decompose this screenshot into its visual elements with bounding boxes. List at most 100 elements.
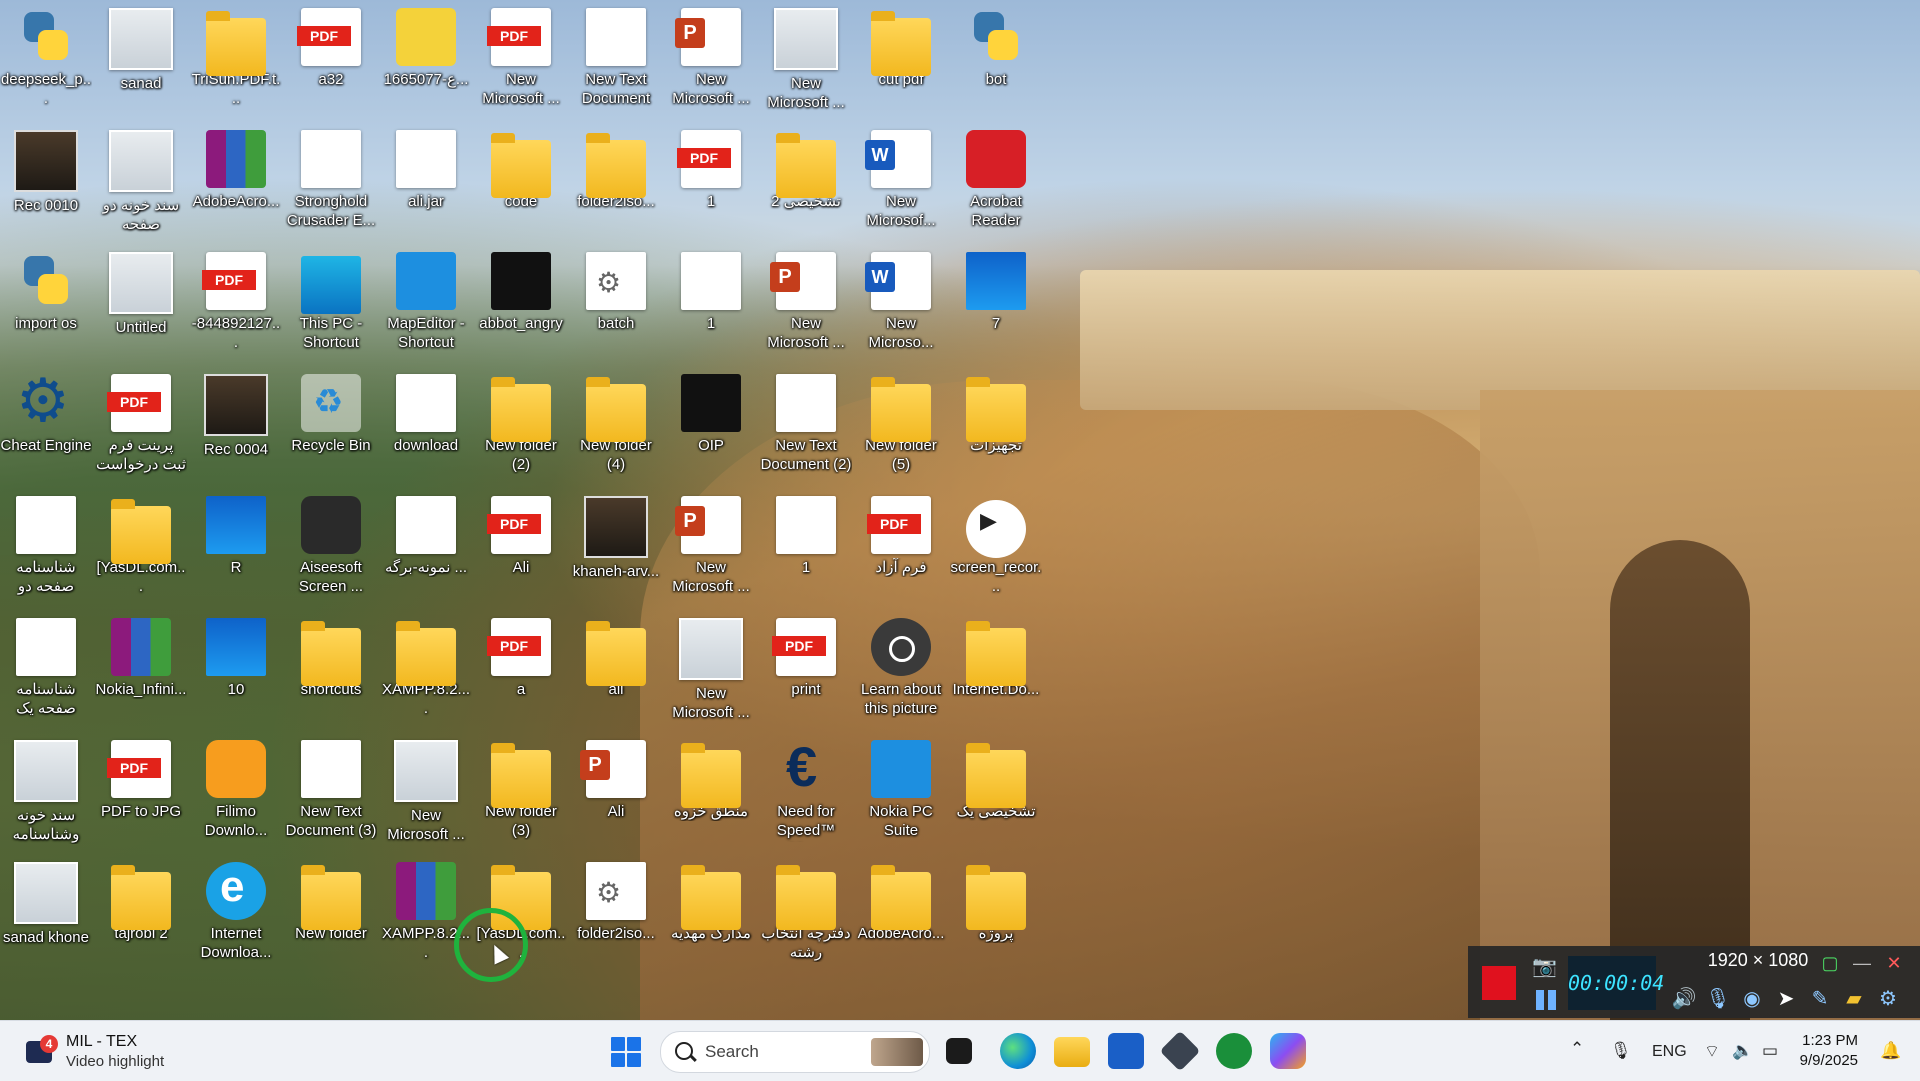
- wifi-icon[interactable]: ⌔: [1704, 1041, 1720, 1062]
- desktop-icon[interactable]: TriSun.PDF.t...: [190, 2, 282, 108]
- desktop-icon[interactable]: This PC - Shortcut: [285, 246, 377, 352]
- desktop-icon[interactable]: مدارک مهدیه: [665, 856, 757, 943]
- desktop-icon[interactable]: فرم آزاد: [855, 490, 947, 577]
- desktop-icon[interactable]: دفترچه انتخاب رشته: [760, 856, 852, 962]
- desktop-icon[interactable]: a32: [285, 2, 377, 89]
- recorder-close-icon[interactable]: ✕: [1882, 952, 1906, 974]
- desktop-icon[interactable]: tajrobi 2: [95, 856, 187, 943]
- desktop-icon[interactable]: OIP: [665, 368, 757, 455]
- desktop-icon[interactable]: Internet Downloa...: [190, 856, 282, 962]
- desktop-icon[interactable]: abbot_angry: [475, 246, 567, 333]
- desktop-icon[interactable]: تشخیصی 2: [760, 124, 852, 211]
- desktop-icon[interactable]: پروژه: [950, 856, 1042, 943]
- microsoft-store-icon[interactable]: [1108, 1033, 1144, 1069]
- desktop-icon[interactable]: screen_recor...: [950, 490, 1042, 596]
- desktop-icon[interactable]: New Microsoft ...: [380, 734, 472, 844]
- desktop-icon[interactable]: تشخیصی یک: [950, 734, 1042, 821]
- desktop-icon[interactable]: Need for Speed™ Mo...: [760, 734, 852, 842]
- desktop-icon[interactable]: Aiseesoft Screen ...: [285, 490, 377, 596]
- desktop-icon[interactable]: MapEditor - Shortcut: [380, 246, 472, 352]
- app-cube-icon[interactable]: [1159, 1030, 1201, 1072]
- desktop-icon[interactable]: PDF to JPG: [95, 734, 187, 821]
- desktop-icon[interactable]: 1: [665, 124, 757, 211]
- recorder-settings-icon[interactable]: ⚙: [1874, 985, 1902, 1013]
- microphone-tray-icon[interactable]: 🎙: [1610, 1041, 1632, 1061]
- desktop-icon[interactable]: New Microsoft ...: [760, 2, 852, 112]
- recorder-minimize-icon[interactable]: —: [1850, 952, 1874, 974]
- stop-record-button[interactable]: [1482, 966, 1516, 1000]
- pen-annotate-icon[interactable]: ✎: [1806, 985, 1834, 1013]
- desktop-icon[interactable]: سند خونه وشناسنامه: [0, 734, 92, 844]
- desktop-icon[interactable]: New Text Document: [570, 2, 662, 108]
- desktop-icon[interactable]: folder2iso...: [570, 124, 662, 211]
- desktop-icon[interactable]: import os: [0, 246, 92, 333]
- edge-browser-icon[interactable]: [1000, 1033, 1036, 1069]
- desktop-icon[interactable]: 1: [760, 490, 852, 577]
- desktop-icon[interactable]: cut pdf: [855, 2, 947, 89]
- task-view-icon[interactable]: [946, 1038, 972, 1064]
- desktop-icon[interactable]: New Microso...: [855, 246, 947, 352]
- speaker-audio-icon[interactable]: 🔊: [1670, 985, 1698, 1013]
- desktop-icon[interactable]: New Microsoft ...: [475, 2, 567, 108]
- notification-bell-icon[interactable]: 🔔: [1880, 1041, 1901, 1061]
- desktop-icon[interactable]: منطق خزوه: [665, 734, 757, 821]
- desktop-icon[interactable]: New Microsof...: [855, 124, 947, 230]
- desktop-icon[interactable]: 1: [665, 246, 757, 333]
- desktop-icon[interactable]: Cheat Engine: [0, 366, 92, 455]
- desktop-icon[interactable]: batch: [570, 246, 662, 333]
- desktop-icon[interactable]: Stronghold Crusader E...: [285, 124, 377, 230]
- desktop-icon[interactable]: تجهیزات: [950, 368, 1042, 455]
- desktop-icon[interactable]: code: [475, 124, 567, 211]
- xbox-icon[interactable]: [1216, 1033, 1252, 1069]
- desktop-icon[interactable]: Nokia_Infini...: [95, 612, 187, 699]
- desktop-icon[interactable]: نمونه-برگه ...: [380, 490, 472, 577]
- desktop-icon[interactable]: 10: [190, 612, 282, 699]
- desktop-icon[interactable]: New Microsoft ...: [760, 246, 852, 352]
- desktop-icon[interactable]: deepseek_p...: [0, 2, 92, 108]
- cursor-toggle-icon[interactable]: ➤: [1772, 985, 1800, 1013]
- taskbar-search-box[interactable]: Search: [660, 1031, 930, 1073]
- desktop-icon[interactable]: New Microsoft ...: [665, 2, 757, 108]
- desktop-icon[interactable]: XAMPP.8.2....: [380, 612, 472, 718]
- desktop-icon[interactable]: R: [190, 490, 282, 577]
- desktop-icon[interactable]: ali.jar: [380, 124, 472, 211]
- desktop-icon[interactable]: AdobeAcro...: [855, 856, 947, 943]
- microphone-icon[interactable]: 🎙: [1704, 985, 1732, 1013]
- desktop-icon[interactable]: New Microsoft ...: [665, 490, 757, 596]
- desktop-icon[interactable]: Rec 0010: [0, 124, 92, 215]
- webcam-icon[interactable]: ◉: [1738, 985, 1766, 1013]
- desktop-icon[interactable]: New folder: [285, 856, 377, 943]
- desktop-icon[interactable]: bot: [950, 2, 1042, 89]
- language-indicator[interactable]: ENG: [1652, 1043, 1687, 1061]
- start-button[interactable]: [611, 1037, 641, 1067]
- desktop-icon[interactable]: New Microsoft ...: [665, 612, 757, 722]
- desktop-icon[interactable]: Ali: [475, 490, 567, 577]
- news-widget[interactable]: 4 MIL - TEX Video highlight: [22, 1029, 222, 1073]
- pause-record-button[interactable]: [1532, 988, 1560, 1012]
- desktop-icon[interactable]: Nokia PC Suite: [855, 734, 947, 840]
- desktop-icon[interactable]: شناسنامه صفحه یک: [0, 612, 92, 718]
- file-explorer-icon[interactable]: [1054, 1037, 1090, 1067]
- desktop-icon[interactable]: شناسنامه صفحه دو: [0, 490, 92, 596]
- desktop-icon[interactable]: download: [380, 368, 472, 455]
- desktop-icon[interactable]: Filimo Downlo...: [190, 734, 282, 840]
- desktop-icon[interactable]: New Text Document (3): [285, 734, 377, 840]
- desktop-icon[interactable]: New folder (2): [475, 368, 567, 474]
- desktop-icon[interactable]: folder2iso...: [570, 856, 662, 943]
- desktop-icon[interactable]: 7: [950, 246, 1042, 333]
- desktop-icon[interactable]: Internet.Do...: [950, 612, 1042, 699]
- desktop-icon[interactable]: 1665077-ع...: [380, 2, 472, 89]
- volume-icon[interactable]: 🔈: [1732, 1041, 1753, 1061]
- desktop-icon[interactable]: khaneh-arv...: [570, 490, 662, 581]
- desktop-icon[interactable]: Rec 0004: [190, 368, 282, 459]
- desktop-icon[interactable]: New folder (4): [570, 368, 662, 474]
- desktop-icon[interactable]: Recycle Bin: [285, 368, 377, 455]
- recorder-region-icon[interactable]: ▢: [1818, 952, 1842, 974]
- desktop-icon[interactable]: New folder (3): [475, 734, 567, 840]
- desktop-icon[interactable]: Learn about this picture: [855, 612, 947, 718]
- desktop-icon[interactable]: Acrobat Reader: [950, 124, 1042, 230]
- screenshot-camera-icon[interactable]: 📷: [1532, 954, 1560, 978]
- desktop-icon[interactable]: ali: [570, 612, 662, 699]
- desktop-icon[interactable]: Ali: [570, 734, 662, 821]
- desktop-icon[interactable]: sanad: [95, 2, 187, 93]
